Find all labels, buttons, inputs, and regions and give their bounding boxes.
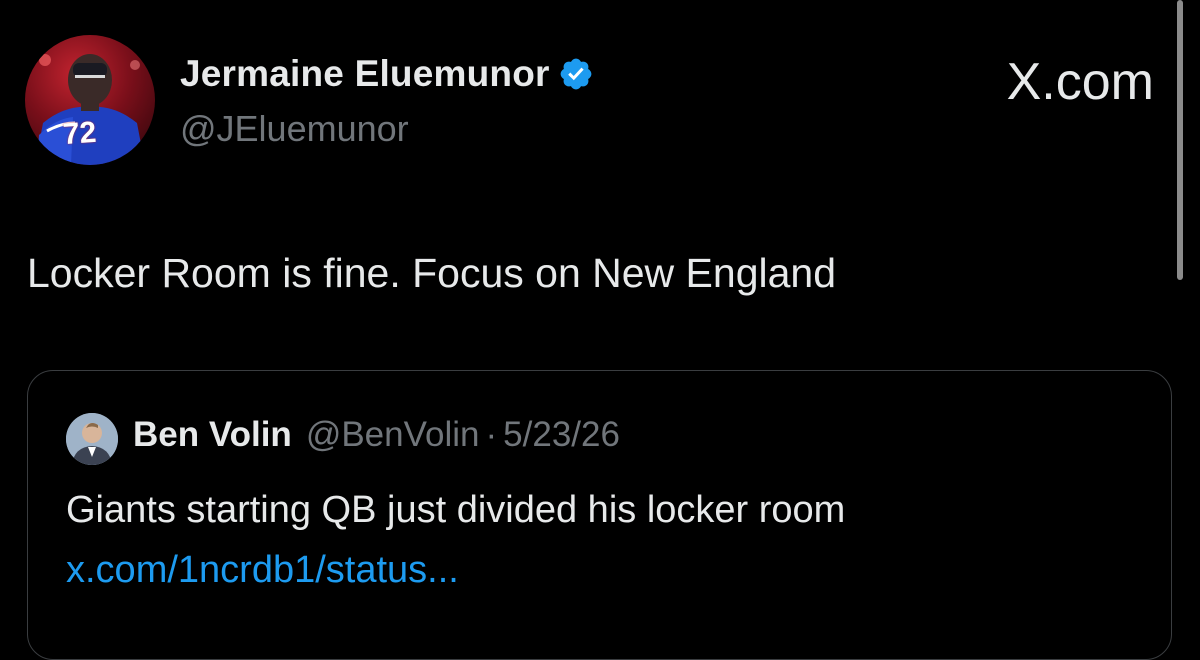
verified-badge-icon bbox=[560, 58, 591, 90]
jersey-number: 72 bbox=[61, 115, 98, 152]
separator-dot: · bbox=[485, 415, 498, 454]
x-brand-logo: X.com bbox=[1006, 53, 1154, 111]
quoted-tweet-card[interactable]: Ben Volin @BenVolin · 5/23/26 Giants sta… bbox=[27, 370, 1172, 660]
quoted-author-avatar[interactable] bbox=[66, 413, 118, 465]
quoted-author-handle[interactable]: @BenVolin bbox=[306, 415, 480, 455]
author-name-row: Jermaine Eluemunor bbox=[180, 52, 594, 96]
author-display-name[interactable]: Jermaine Eluemunor bbox=[180, 53, 550, 95]
person-avatar-icon bbox=[66, 413, 118, 465]
scrollbar[interactable] bbox=[1177, 0, 1183, 280]
quoted-tweet-date[interactable]: 5/23/26 bbox=[503, 415, 620, 455]
quoted-tweet-header: Ben Volin @BenVolin · 5/23/26 bbox=[133, 415, 620, 455]
tweet-text: Locker Room is fine. Focus on New Englan… bbox=[27, 250, 837, 296]
quoted-tweet-text: Giants starting QB just divided his lock… bbox=[66, 489, 846, 531]
author-handle[interactable]: @JEluemunor bbox=[180, 108, 409, 150]
author-avatar[interactable]: 72 bbox=[25, 35, 155, 165]
quoted-author-name[interactable]: Ben Volin bbox=[133, 415, 292, 455]
quoted-tweet-link[interactable]: x.com/1ncrdb1/status... bbox=[66, 549, 459, 592]
